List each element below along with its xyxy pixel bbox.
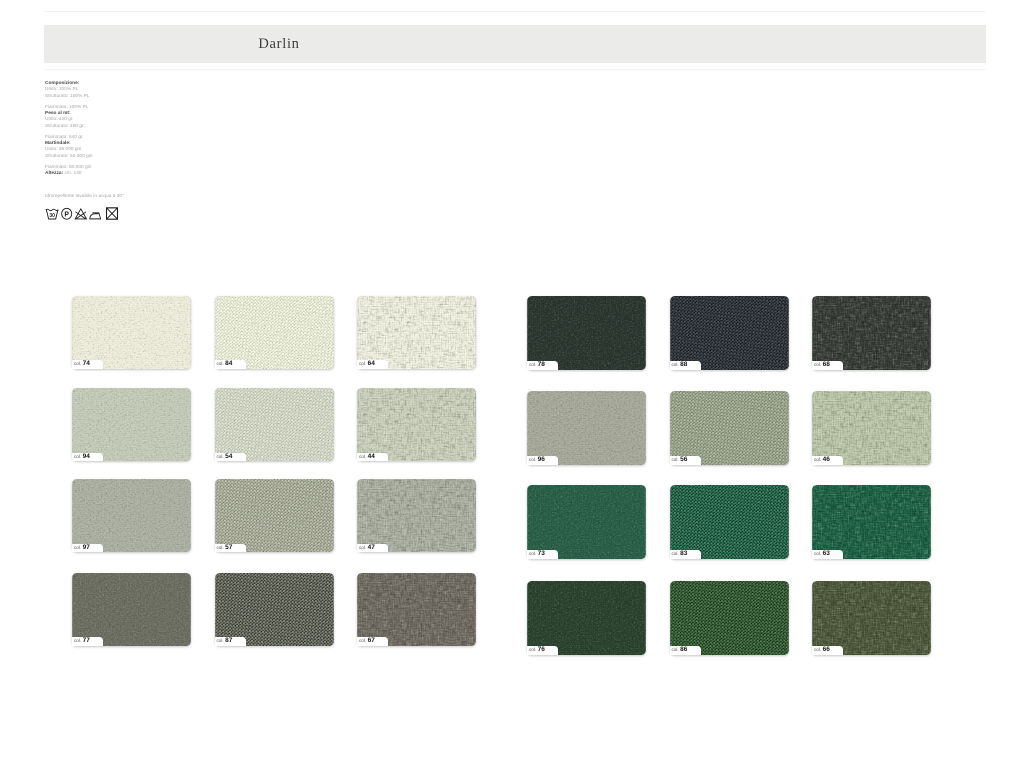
svg-text:30: 30 [49, 213, 55, 219]
svg-text:P: P [64, 210, 69, 218]
